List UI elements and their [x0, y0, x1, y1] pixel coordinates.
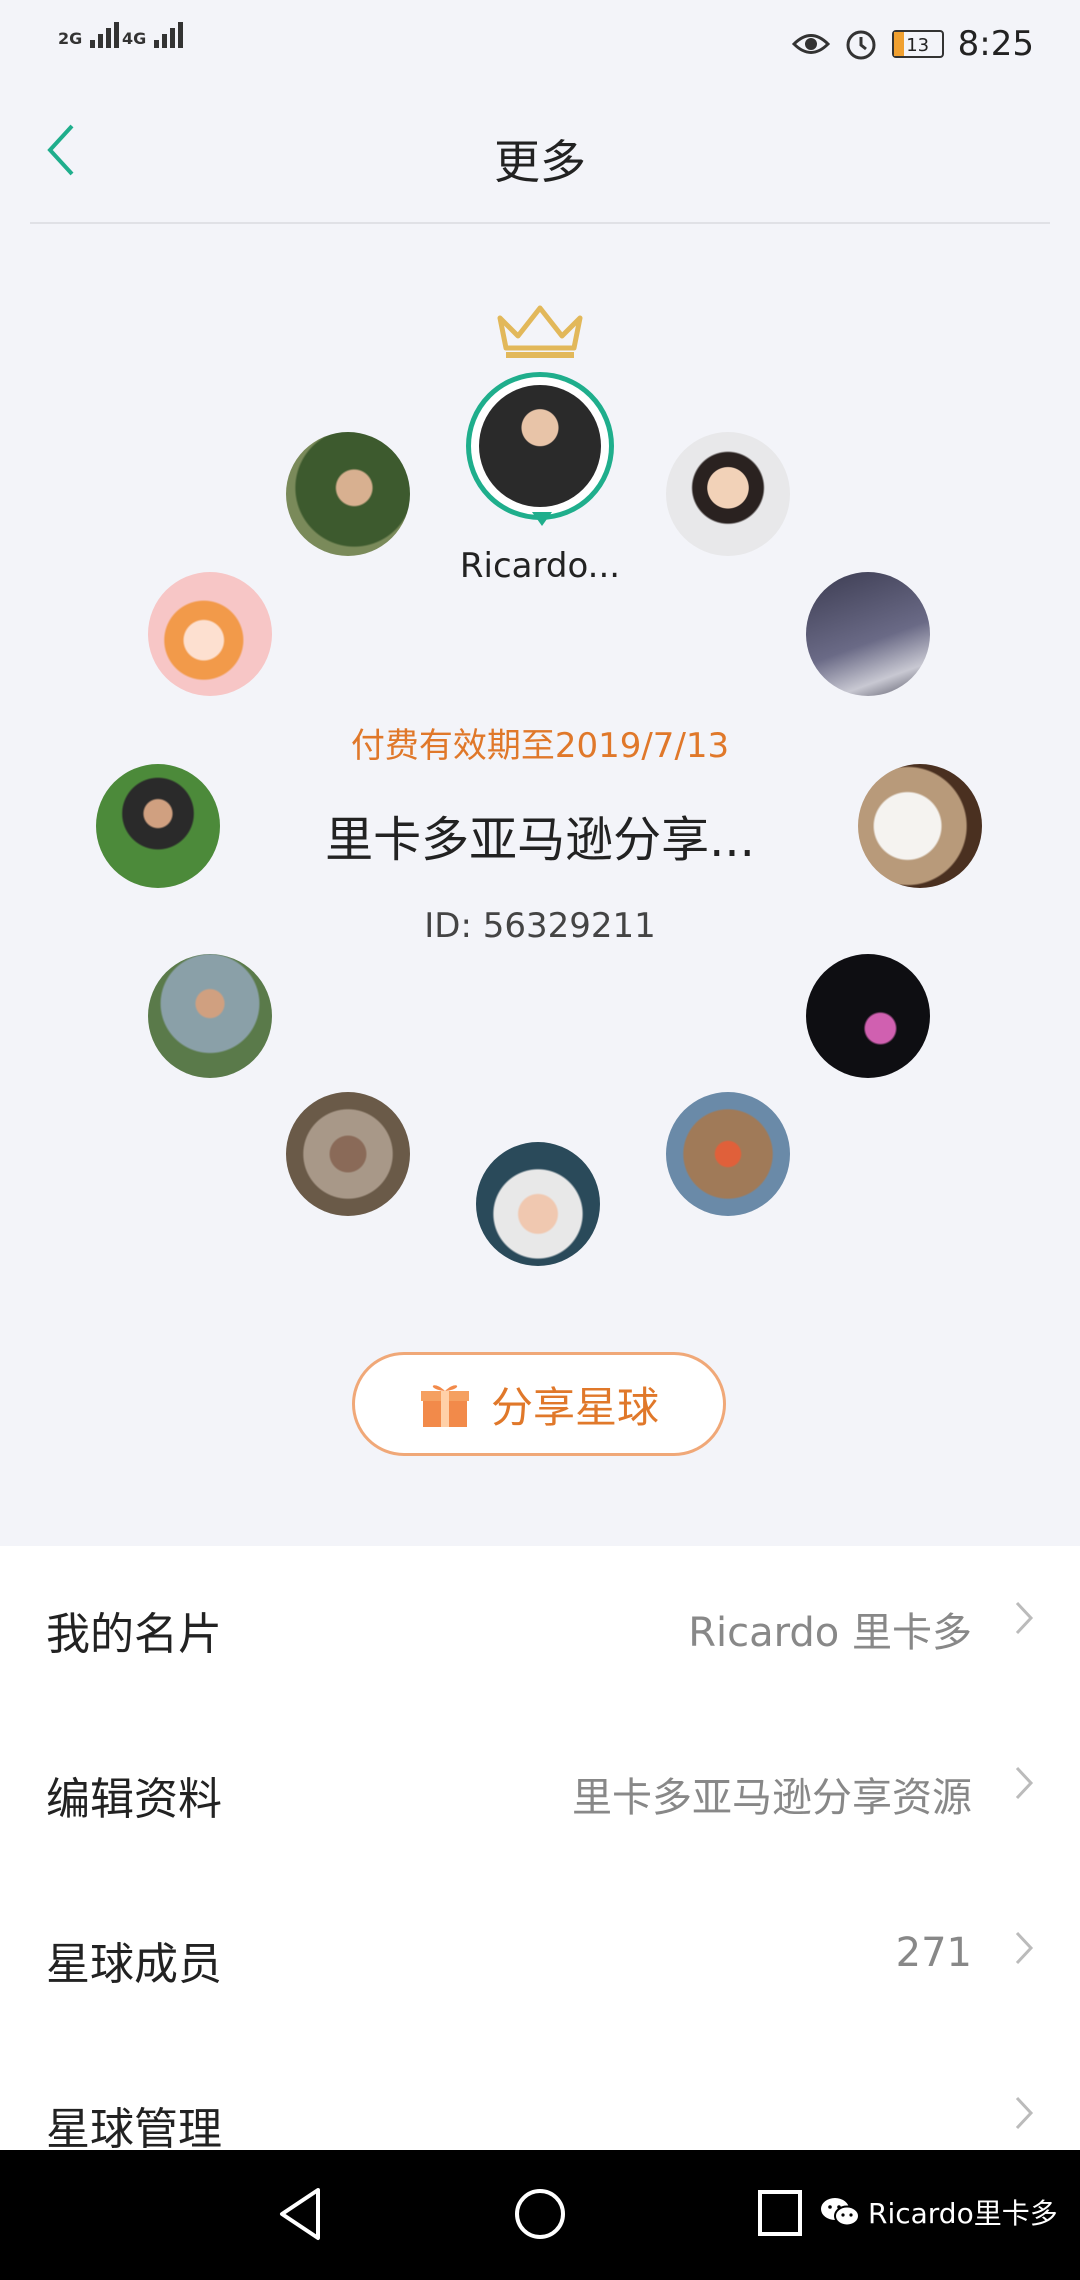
menu-item-label: 编辑资料 — [46, 1774, 222, 1825]
watermark: Ricardo里卡多 — [820, 2192, 1058, 2232]
menu-item-my-card[interactable]: 我的名片 Ricardo 里卡多 — [0, 1546, 1080, 1711]
menu-item-label: 星球成员 — [46, 1939, 222, 1990]
member-avatar[interactable] — [148, 954, 272, 1078]
menu-item-members[interactable]: 星球成员 271 — [0, 1876, 1080, 2041]
share-button-label: 分享星球 — [490, 1382, 659, 1432]
battery-icon: 13 — [891, 30, 944, 58]
chevron-right-icon — [1014, 2091, 1034, 2142]
top-nav-bar: 更多 — [30, 90, 1050, 224]
signal-2g-label: 2G — [58, 29, 83, 48]
member-avatar[interactable] — [286, 432, 410, 556]
status-bar: 2G 4G 13 8:25 — [0, 0, 1080, 90]
nav-home-icon[interactable] — [514, 2186, 566, 2242]
member-avatar[interactable] — [476, 1142, 600, 1266]
owner-pin — [532, 512, 552, 526]
owner-avatar[interactable] — [466, 372, 614, 520]
valid-until-text: 付费有效期至2019/7/13 — [350, 726, 730, 766]
signal-4g-label: 4G — [122, 29, 147, 48]
menu-item-value: 里卡多亚马逊分享资源 — [572, 1775, 972, 1821]
wechat-icon — [821, 2198, 860, 2227]
member-avatar[interactable] — [806, 572, 930, 696]
system-nav-bar: Ricardo里卡多 — [0, 2150, 1080, 2280]
menu-item-value: Ricardo 里卡多 — [688, 1610, 972, 1656]
chevron-right-icon — [1014, 1761, 1034, 1812]
menu-item-label: 我的名片 — [46, 1609, 222, 1660]
clock: 8:25 — [957, 24, 1034, 64]
signal-2g-icon: 2G — [58, 22, 122, 48]
owner-name: Ricardo... — [459, 546, 621, 586]
menu-item-edit-profile[interactable]: 编辑资料 里卡多亚马逊分享资源 — [0, 1711, 1080, 1876]
chevron-right-icon — [1014, 1926, 1034, 1977]
member-avatar[interactable] — [286, 1092, 410, 1216]
alarm-icon — [846, 30, 876, 60]
member-avatar[interactable] — [666, 432, 790, 556]
menu-item-label: 星球管理 — [46, 2104, 222, 2155]
gift-icon — [420, 1385, 469, 1427]
chevron-right-icon — [1014, 1596, 1034, 1647]
nav-recents-icon[interactable] — [756, 2186, 804, 2242]
battery-level: 13 — [906, 35, 930, 56]
member-avatar[interactable] — [666, 1092, 790, 1216]
planet-name: 里卡多亚马逊分享... — [325, 812, 755, 868]
share-planet-button[interactable]: 分享星球 — [352, 1352, 726, 1456]
member-avatar[interactable] — [148, 572, 272, 696]
member-avatar[interactable] — [806, 954, 930, 1078]
menu-item-value: 271 — [895, 1930, 972, 1976]
eye-icon — [791, 34, 830, 54]
page-title: 更多 — [494, 135, 586, 189]
watermark-text: Ricardo里卡多 — [868, 2197, 1058, 2230]
planet-id: ID: 56329211 — [424, 906, 656, 946]
signal-4g-icon: 4G — [122, 22, 186, 48]
nav-back-icon[interactable] — [276, 2186, 324, 2242]
settings-list: 我的名片 Ricardo 里卡多 编辑资料 里卡多亚马逊分享资源 星球成员 27… — [0, 1546, 1080, 2155]
crown-icon — [497, 305, 583, 358]
